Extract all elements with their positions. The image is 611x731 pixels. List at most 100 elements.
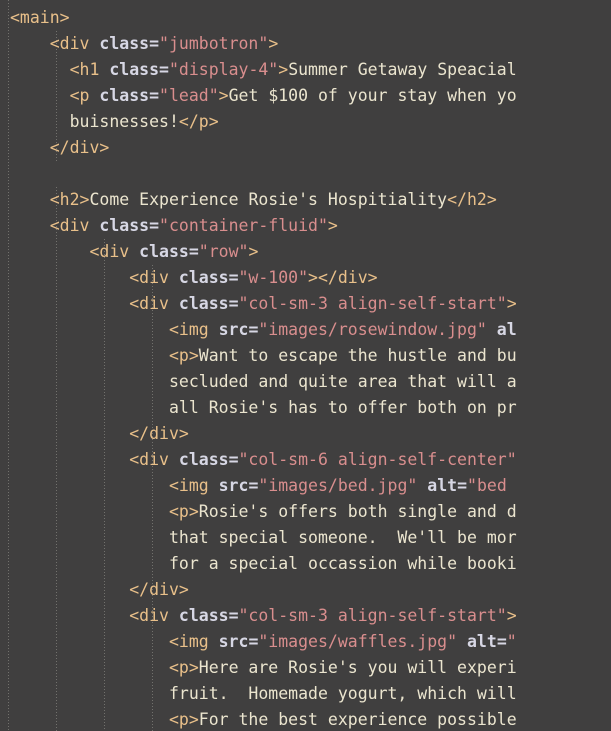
code-text-area[interactable]: <main> <div class="jumbotron"> <h1 class… [10, 5, 611, 731]
code-token-punct: = [149, 34, 160, 53]
code-line[interactable]: <div class="row"> [10, 239, 611, 265]
code-token-str: "w-100" [238, 268, 309, 287]
code-line[interactable]: <img src="images/waffles.jpg" alt=" [10, 629, 611, 655]
code-token-tag: > [268, 34, 279, 53]
code-token-txt: Get $100 of your stay when yo [228, 86, 517, 105]
code-token-tag: <h2> [49, 190, 90, 209]
code-token-txt: Summer Getaway Speacial [288, 60, 517, 79]
code-line[interactable]: <img src="images/bed.jpg" alt="bed [10, 473, 611, 499]
code-token-tag: <div [49, 216, 100, 235]
code-token-attr: src [218, 476, 249, 495]
code-line[interactable]: <p>For the best experience possible [10, 707, 611, 731]
code-line[interactable]: </div> [10, 577, 611, 603]
code-line[interactable]: <h2>Come Experience Rosie's Hospitiality… [10, 187, 611, 213]
code-token-tag: > [327, 216, 338, 235]
code-token-tag: <p> [168, 710, 199, 729]
code-token-tag: > [506, 606, 517, 625]
code-token-str: "bed [467, 476, 507, 495]
code-line[interactable]: that special someone. We'll be mor [10, 525, 611, 551]
code-token-txt: buisnesses! [69, 112, 179, 131]
code-token-attr: class [139, 242, 189, 261]
code-token-tag: > [218, 86, 229, 105]
code-token-punct: = [248, 476, 259, 495]
code-token-tag: </div> [129, 580, 189, 599]
code-token-str: "images/rosewindow.jpg" [258, 320, 487, 339]
code-token-str: "col-sm-3 align-self-start" [238, 294, 507, 313]
code-token-tag: <img [168, 632, 219, 651]
code-line[interactable]: <div class="jumbotron"> [10, 31, 611, 57]
code-line[interactable]: for a special occassion while booki [10, 551, 611, 577]
code-line[interactable]: all Rosie's has to offer both on pr [10, 395, 611, 421]
code-token-punct: = [228, 450, 239, 469]
code-token-punct: = [457, 476, 468, 495]
code-line[interactable]: <main> [10, 5, 611, 31]
code-line[interactable]: <div class="col-sm-3 align-self-start"> [10, 291, 611, 317]
code-token-tag: <div [129, 450, 179, 469]
code-line[interactable]: </div> [10, 135, 611, 161]
code-token-txt: all Rosie's has to offer both on pr [168, 398, 517, 417]
code-line[interactable]: <div class="container-fluid"> [10, 213, 611, 239]
code-editor[interactable]: <main> <div class="jumbotron"> <h1 class… [0, 0, 611, 731]
code-token-txt: fruit. Homemade yogurt, which will [168, 684, 517, 703]
code-token-tag: </h2> [447, 190, 497, 209]
code-line[interactable]: <p>Rosie's offers both single and d [10, 499, 611, 525]
code-token-tag: <p> [168, 502, 199, 521]
code-line[interactable]: <h1 class="display-4">Summer Getaway Spe… [10, 57, 611, 83]
code-token-str: "col-sm-6 align-self-center" [238, 450, 517, 469]
code-line[interactable] [10, 161, 611, 187]
code-token-txt: Come Experience Rosie's Hospitiality [89, 190, 448, 209]
code-token-tag: <img [168, 476, 219, 495]
code-line[interactable]: <p class="lead">Get $100 of your stay wh… [10, 83, 611, 109]
code-token-attr: alt [467, 632, 497, 651]
code-token-str: "lead" [159, 86, 219, 105]
code-token-tag: <p> [168, 346, 199, 365]
code-token-tag: <div [49, 34, 100, 53]
code-token-tag: <h1 [69, 60, 110, 79]
code-token-punct: = [228, 606, 239, 625]
code-line[interactable]: <p>Want to escape the hustle and bu [10, 343, 611, 369]
code-token-tag: > [248, 242, 259, 261]
code-token-attr: src [218, 320, 249, 339]
code-token-attr: src [218, 632, 249, 651]
code-line[interactable]: <div class="col-sm-6 align-self-center" [10, 447, 611, 473]
code-token-str: "jumbotron" [159, 34, 269, 53]
code-token-punct: = [248, 320, 259, 339]
code-token-tag: </div> [49, 138, 110, 157]
code-line[interactable]: buisnesses!</p> [10, 109, 611, 135]
code-token-attr: class [178, 450, 229, 469]
code-line[interactable]: </div> [10, 421, 611, 447]
code-line[interactable]: <div class="col-sm-3 align-self-start"> [10, 603, 611, 629]
code-token-str: "col-sm-3 align-self-start" [238, 606, 507, 625]
code-token-tag: <img [168, 320, 219, 339]
code-line[interactable]: <img src="images/rosewindow.jpg" al [10, 317, 611, 343]
code-line[interactable]: secluded and quite area that will a [10, 369, 611, 395]
code-token-tag: </div> [129, 424, 189, 443]
code-line[interactable]: <div class="w-100"></div> [10, 265, 611, 291]
code-token-txt: Here are Rosie's you will experi [198, 658, 517, 677]
code-line[interactable]: fruit. Homemade yogurt, which will [10, 681, 611, 707]
code-token-attr: alt [427, 476, 458, 495]
code-line[interactable]: <p>Here are Rosie's you will experi [10, 655, 611, 681]
code-token-attr: class [178, 268, 229, 287]
code-token-punct: = [188, 242, 199, 261]
code-token-punct: = [159, 60, 169, 79]
code-token-tag: > [278, 60, 289, 79]
